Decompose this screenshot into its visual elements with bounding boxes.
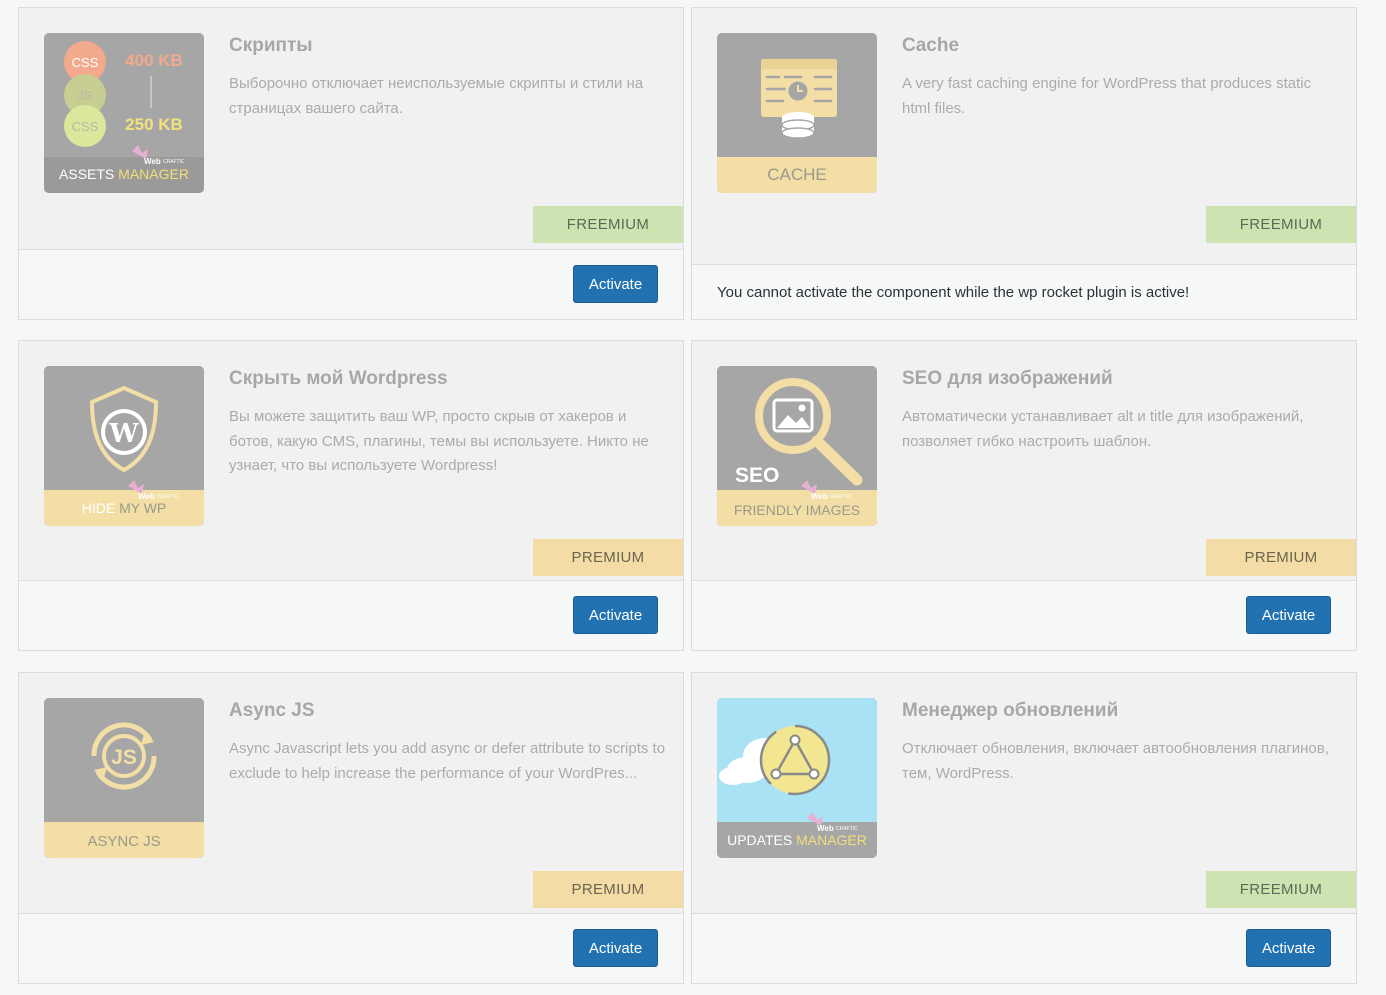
plan-badge: FREEMIUM	[1206, 871, 1356, 908]
component-card-assets-manager: CSS JS CSS 400 KB 250 KB Web CRAFTIC ASS…	[18, 7, 684, 320]
component-card-hide-my-wp: W Web CRAFTIC HIDE MY WP Скрыть мой Word…	[18, 340, 684, 651]
component-description: Async Javascript lets you add async or d…	[229, 740, 666, 782]
component-title: SEO для изображений	[902, 368, 1113, 389]
size-before: 400 KB	[125, 51, 183, 70]
card-footer: Activate	[19, 580, 683, 650]
assets-manager-thumbnail: CSS JS CSS 400 KB 250 KB Web CRAFTIC ASS…	[44, 33, 204, 193]
seo-images-thumbnail: SEO Web CRAFTIC FRIENDLY IMAGES	[717, 366, 877, 526]
component-card-async-js: JS ASYNC JS Async JS Async Javascript le…	[18, 672, 684, 984]
activate-button[interactable]: Activate	[573, 596, 658, 634]
component-description: Отключает обновления, включает автообнов…	[902, 740, 1329, 782]
component-title: Async JS	[229, 700, 315, 721]
updates-manager-thumbnail: Web CRAFTIC UPDATES MANAGER	[717, 698, 877, 858]
js-label: JS	[77, 88, 93, 103]
component-description: Вы можете защитить ваш WP, просто скрыв …	[229, 408, 649, 474]
svg-text:W: W	[108, 419, 139, 449]
plan-badge: FREEMIUM	[533, 206, 683, 243]
component-title: Менеджер обновлений	[902, 700, 1119, 721]
thumb-label: CACHE	[767, 165, 827, 184]
card-footer: You cannot activate the component while …	[692, 264, 1356, 319]
thumb-label: FRIENDLY IMAGES	[734, 502, 860, 518]
plan-badge: PREMIUM	[533, 871, 683, 908]
card-footer: Activate	[692, 913, 1356, 983]
size-after: 250 KB	[125, 115, 183, 134]
async-js-thumbnail: JS ASYNC JS	[44, 698, 204, 858]
card-footer: Activate	[692, 580, 1356, 650]
thumb-label: ASYNC JS	[87, 833, 160, 850]
component-title: Cache	[902, 35, 960, 56]
activate-button[interactable]: Activate	[1246, 929, 1331, 967]
thumb-label: HIDE MY WP	[82, 500, 167, 516]
css-label-2: CSS	[72, 119, 99, 134]
card-footer: Activate	[19, 913, 683, 983]
seo-label: SEO	[735, 464, 779, 487]
activate-button[interactable]: Activate	[573, 265, 658, 303]
cache-thumbnail: CACHE	[717, 33, 877, 193]
svg-text:JS: JS	[111, 746, 137, 769]
component-description: A very fast caching engine for WordPress…	[902, 75, 1312, 117]
thumb-label: UPDATES MANAGER	[727, 832, 867, 848]
thumb-label: ASSETS MANAGER	[59, 166, 189, 182]
plan-badge: FREEMIUM	[1206, 206, 1356, 243]
component-card-seo-images: SEO Web CRAFTIC FRIENDLY IMAGES SEO для …	[691, 340, 1357, 651]
svg-text:Web: Web	[811, 492, 828, 501]
hide-my-wp-thumbnail: W Web CRAFTIC HIDE MY WP	[44, 366, 204, 526]
activate-button[interactable]: Activate	[573, 929, 658, 967]
activate-button[interactable]: Activate	[1246, 596, 1331, 634]
async-arrows-icon: JS	[91, 722, 157, 790]
component-title: Скрыть мой Wordpress	[229, 368, 448, 389]
plan-badge: PREMIUM	[1206, 539, 1356, 576]
svg-text:Web: Web	[144, 157, 161, 166]
svg-text:CRAFTIC: CRAFTIC	[163, 159, 185, 165]
plan-badge: PREMIUM	[533, 539, 683, 576]
component-title: Скрипты	[229, 35, 313, 56]
css-label-1: CSS	[72, 55, 99, 70]
component-description: Автоматически устанавливает alt и title …	[902, 408, 1304, 450]
svg-text:CRAFTIC: CRAFTIC	[830, 494, 852, 500]
card-footer: Activate	[19, 249, 683, 319]
activation-notice: You cannot activate the component while …	[717, 284, 1190, 301]
component-card-updates-manager: Web CRAFTIC UPDATES MANAGER Менеджер обн…	[691, 672, 1357, 984]
component-card-cache: CACHE Cache A very fast caching engine f…	[691, 7, 1357, 320]
component-description: Выборочно отключает неиспользуемые скрип…	[229, 75, 644, 117]
